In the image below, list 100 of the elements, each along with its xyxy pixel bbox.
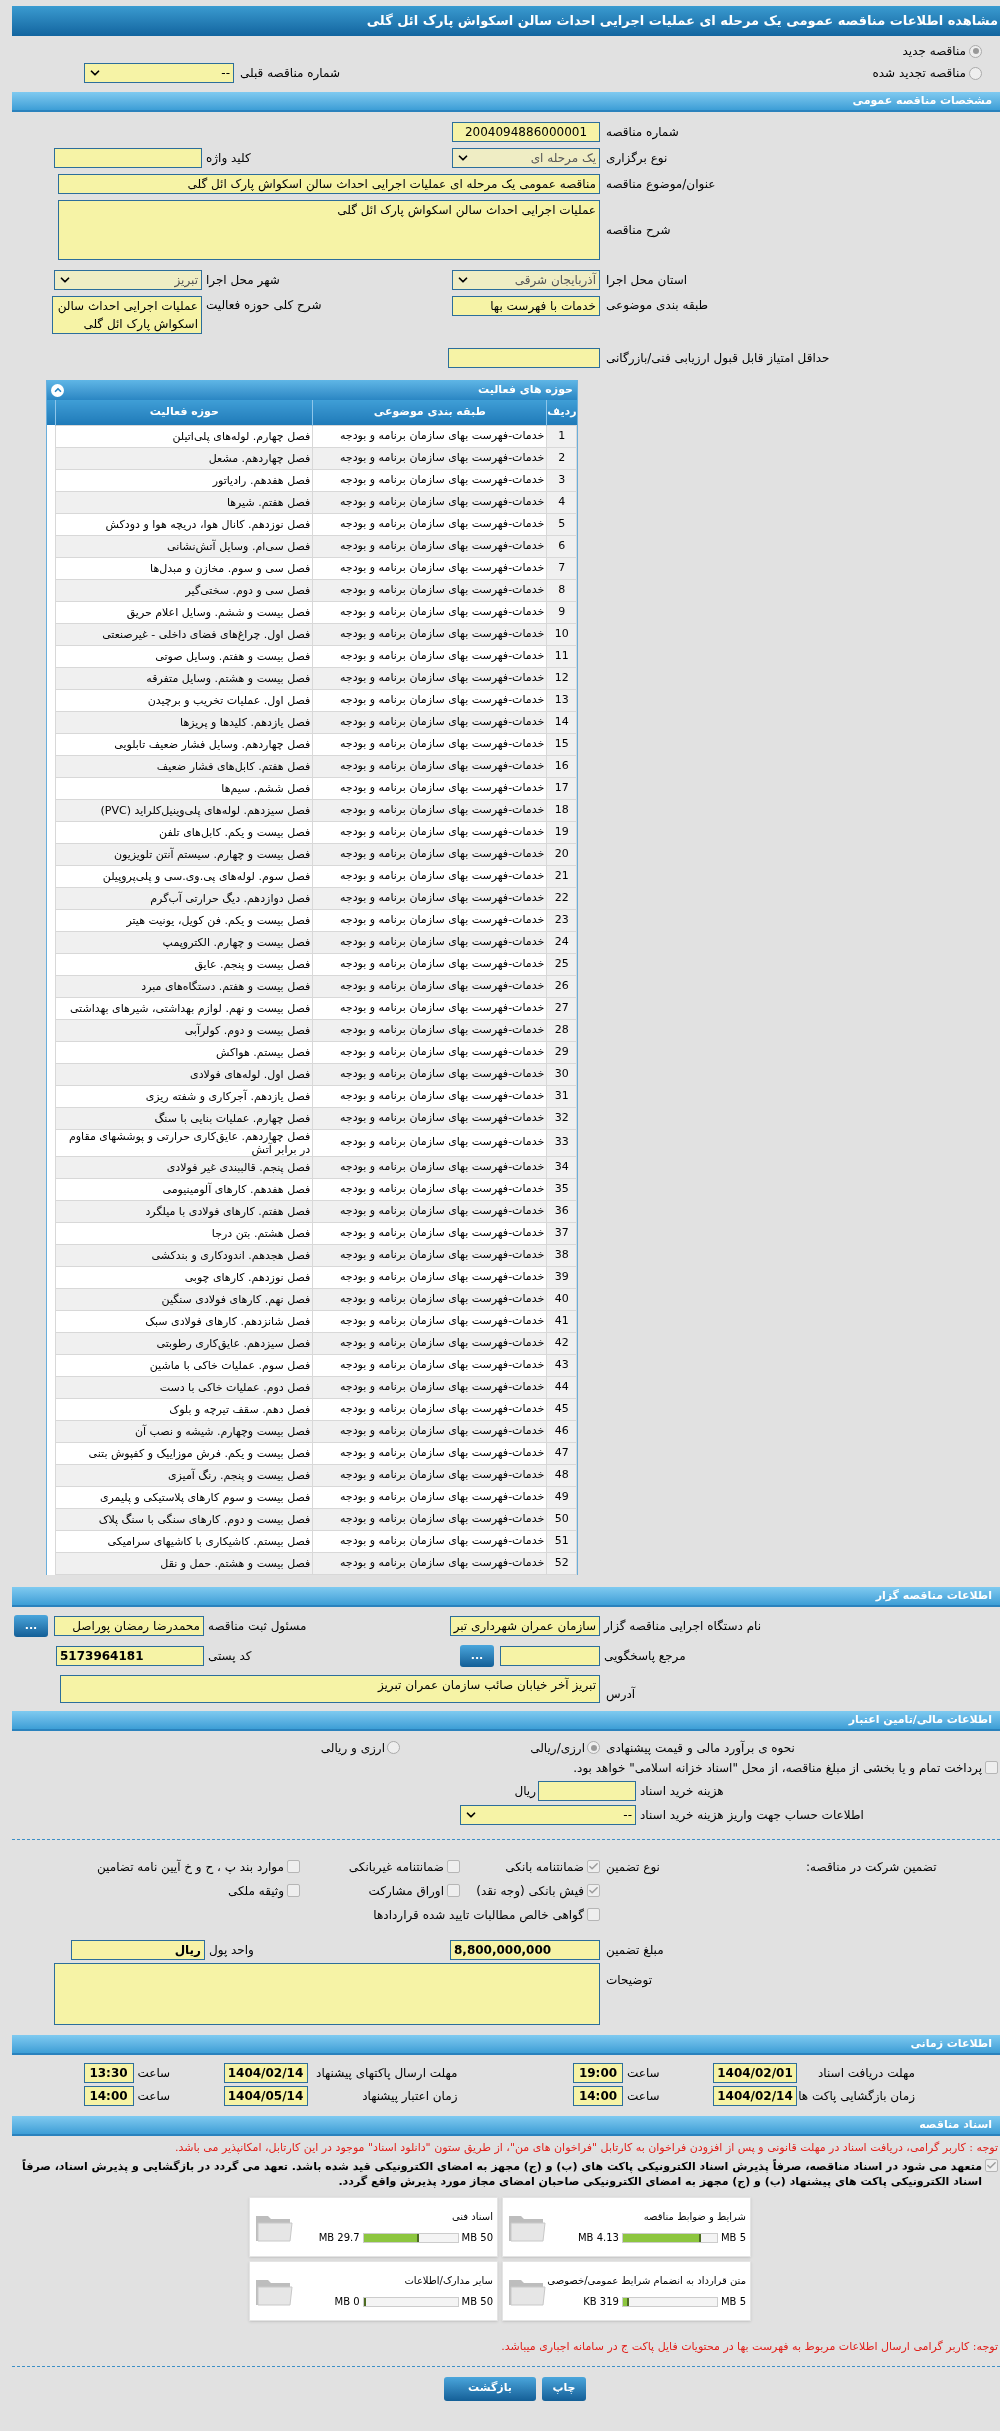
row-number: 24 xyxy=(546,931,577,953)
table-cell: خدمات-فهرست بهای سازمان برنامه و بودجه xyxy=(312,689,547,711)
input-field[interactable]: 14:00 xyxy=(573,2085,623,2106)
checkbox[interactable] xyxy=(287,1884,300,1897)
input-field[interactable] xyxy=(448,348,600,368)
select-field[interactable]: -- xyxy=(84,63,234,83)
table-cell: خدمات-فهرست بهای سازمان برنامه و بودجه xyxy=(312,1266,547,1288)
table-cell: فصل سوم. لوله‌های پی.وی.سی و پلی‌پروپیلن xyxy=(55,865,313,887)
row-number: 19 xyxy=(546,821,577,843)
row-number: 17 xyxy=(546,777,577,799)
field-label: آدرس xyxy=(605,1685,637,1703)
max-size: 5 MB xyxy=(720,2295,746,2309)
input-field[interactable]: مناقصه عمومی یک مرحله ای عملیات اجرایی احداث سالن اسکواش پارک ائل گلی xyxy=(58,174,600,194)
table-cell: فصل سی و سوم. مخازن و مبدل‌ها xyxy=(55,557,313,579)
radio-button[interactable] xyxy=(969,66,982,80)
select-field[interactable]: یک مرحله ای xyxy=(452,148,600,168)
panel-title: حوزه های فعالیت xyxy=(478,381,573,398)
table-cell: خدمات-فهرست بهای سازمان برنامه و بودجه xyxy=(312,1530,547,1552)
field-label: ضمانتنامه بانکی xyxy=(505,1858,584,1876)
table-cell: فصل بیست و چهارم. سیستم آنتن تلویزیون xyxy=(55,843,313,865)
input-field[interactable] xyxy=(538,1780,636,1801)
input-field[interactable]: 2004094886000001 xyxy=(452,122,600,142)
table-cell: خدمات-فهرست بهای سازمان برنامه و بودجه xyxy=(312,1464,547,1486)
row-number: 10 xyxy=(546,623,577,645)
input-field[interactable]: سازمان عمران شهرداری تبر xyxy=(450,1615,600,1636)
row-number: 26 xyxy=(546,975,577,997)
table-cell: خدمات-فهرست بهای سازمان برنامه و بودجه xyxy=(312,1508,547,1530)
checkbox[interactable] xyxy=(447,1860,460,1873)
input-field[interactable]: 1404/05/14 xyxy=(223,2085,308,2106)
field-label: شهر محل اجرا xyxy=(205,272,281,289)
table-cell: فصل بیست و یکم. کابل‌های تلفن xyxy=(55,821,313,843)
table-cell: فصل نهم. کارهای فولادی سنگین xyxy=(55,1288,313,1310)
input-field[interactable]: ریال xyxy=(71,1939,205,1960)
field-label: موارد بند پ ، ح و خ آیین نامه تضامین xyxy=(96,1858,284,1876)
input-field[interactable]: 14:00 xyxy=(83,2085,134,2106)
table-cell: خدمات-فهرست بهای سازمان برنامه و بودجه xyxy=(312,931,547,953)
field-label: کد پستی xyxy=(207,1647,253,1665)
select-field[interactable]: -- xyxy=(460,1804,636,1825)
back-button[interactable]: بازگشت xyxy=(444,2376,536,2401)
table-cell: خدمات-فهرست بهای سازمان برنامه و بودجه xyxy=(312,1200,547,1222)
radio-button[interactable] xyxy=(969,44,982,58)
table-cell: خدمات-فهرست بهای سازمان برنامه و بودجه xyxy=(312,1063,547,1085)
table-cell: خدمات-فهرست بهای سازمان برنامه و بودجه xyxy=(312,821,547,843)
table-cell: فصل بیست وچهارم. شیشه و نصب آن xyxy=(55,1420,313,1442)
row-number: 36 xyxy=(546,1200,577,1222)
table-cell: خدمات-فهرست بهای سازمان برنامه و بودجه xyxy=(312,953,547,975)
checkbox[interactable] xyxy=(985,2159,998,2172)
file-size: 29.7 MB xyxy=(318,2231,360,2245)
text-area[interactable]: عملیات اجرایی احداث سالن اسکواش پارک ائل گلی xyxy=(58,200,600,260)
section-header: مشخصات مناقصه عمومی xyxy=(12,92,1000,112)
select-field[interactable]: تبریز xyxy=(54,270,202,290)
input-field[interactable]: 19:00 xyxy=(573,2062,623,2083)
browse-button[interactable]: ... xyxy=(460,1644,494,1667)
text-area[interactable] xyxy=(54,1962,600,2025)
table-cell: فصل نوزدهم. کارهای چوبی xyxy=(55,1266,313,1288)
collapse-button[interactable] xyxy=(51,383,64,397)
radio-button[interactable] xyxy=(387,1741,400,1754)
field-label: نحوه ی برآورد مالی و قیمت پیشنهادی xyxy=(605,1739,796,1757)
text-area[interactable]: عملیات اجرایی احداث سالن اسکواش پارک ائل گلی xyxy=(52,296,202,334)
input-field[interactable]: 1404/02/14 xyxy=(223,2062,308,2083)
input-field[interactable]: 1404/02/14 xyxy=(713,2085,797,2106)
field-label: زمان اعتبار پیشنهاد xyxy=(361,2087,458,2105)
input-field[interactable]: 5173964181 xyxy=(56,1645,204,1666)
text-area[interactable]: تبریز آخر خیابان صائب سازمان عمران تبریز xyxy=(60,1674,600,1703)
row-number: 5 xyxy=(546,513,577,535)
input-field[interactable]: محمدرضا رمضان پوراصل xyxy=(54,1615,204,1636)
table-cell: خدمات-فهرست بهای سازمان برنامه و بودجه xyxy=(312,601,547,623)
select-field[interactable]: آذربایجان شرقی xyxy=(452,270,600,290)
checkbox[interactable] xyxy=(587,1860,600,1873)
input-field[interactable] xyxy=(54,148,202,168)
row-number: 31 xyxy=(546,1085,577,1107)
checkbox[interactable] xyxy=(447,1884,460,1897)
table-cell: خدمات-فهرست بهای سازمان برنامه و بودجه xyxy=(312,1288,547,1310)
row-number: 51 xyxy=(546,1530,577,1552)
checkbox[interactable] xyxy=(587,1884,600,1897)
checkbox[interactable] xyxy=(587,1908,600,1921)
input-field[interactable]: 8,800,000,000 xyxy=(450,1939,600,1960)
browse-button[interactable]: ... xyxy=(14,1614,48,1637)
table-cell: خدمات-فهرست بهای سازمان برنامه و بودجه xyxy=(312,1178,547,1200)
row-number: 11 xyxy=(546,645,577,667)
print-button[interactable]: چاپ xyxy=(542,2376,586,2401)
table-cell: فصل چهاردهم. وسایل فشار ضعیف تابلویی xyxy=(55,733,313,755)
table-cell: فصل بیست و هفتم. وسایل صوتی xyxy=(55,645,313,667)
field-label: مهلت ارسال پاکتهای پیشنهاد xyxy=(315,2064,458,2082)
input-field[interactable]: 13:30 xyxy=(83,2062,134,2083)
input-field[interactable]: 1404/02/01 xyxy=(713,2062,797,2083)
table-cell: خدمات-فهرست بهای سازمان برنامه و بودجه xyxy=(312,755,547,777)
checkbox[interactable] xyxy=(287,1860,300,1873)
input-field[interactable] xyxy=(500,1645,600,1666)
table-cell: فصل بیستم. کاشیکاری با کاشیهای سرامیکی xyxy=(55,1530,313,1552)
row-number: 25 xyxy=(546,953,577,975)
input-field[interactable]: خدمات با فهرست بها xyxy=(452,296,600,316)
table-cell: فصل اول. عملیات تخریب و برچیدن xyxy=(55,689,313,711)
table-cell: خدمات-فهرست بهای سازمان برنامه و بودجه xyxy=(312,777,547,799)
checkbox[interactable] xyxy=(985,1761,998,1774)
row-number: 42 xyxy=(546,1332,577,1354)
field-label: اطلاعات حساب جهت واریز هزینه خرید اسناد xyxy=(639,1806,865,1824)
radio-button[interactable] xyxy=(587,1741,600,1754)
table-cell: فصل اول. چراغ‌های فضای داخلی - غیرصنعتی xyxy=(55,623,313,645)
row-number: 49 xyxy=(546,1486,577,1508)
